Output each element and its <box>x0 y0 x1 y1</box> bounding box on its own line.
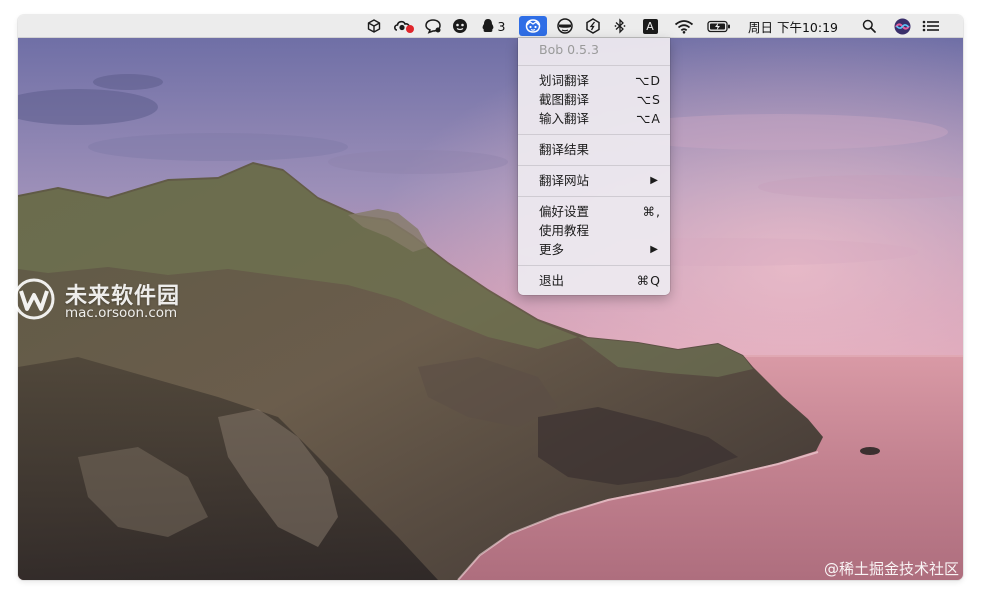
mask-face-icon[interactable] <box>554 15 576 37</box>
input-source-icon[interactable]: A <box>640 15 660 37</box>
watermark-subtitle: mac.orsoon.com <box>65 305 178 321</box>
bob-dropdown-menu: Bob 0.5.3 划词翻译 ⌥D 截图翻译 ⌥S 输入翻译 ⌥A 翻译结果 翻… <box>518 38 670 295</box>
qq-penguin-icon[interactable]: 3 <box>477 15 509 37</box>
menu-item-label: Bob 0.5.3 <box>539 42 599 57</box>
watermark-logo <box>13 278 55 320</box>
menu-item-label: 偏好设置 <box>539 204 590 219</box>
menu-item-shortcut: ⌥S <box>636 92 661 107</box>
menu-item-shortcut: ⌘Q <box>636 273 661 288</box>
source-credit: @稀土掘金技术社区 <box>823 560 959 578</box>
menu-item-translate-result[interactable]: 翻译结果 <box>518 140 670 159</box>
menu-item-label: 翻译结果 <box>539 142 590 157</box>
hexagon-icon[interactable] <box>583 15 603 37</box>
menu-item-version: Bob 0.5.3 <box>518 40 670 59</box>
menu-item-preferences[interactable]: 偏好设置 ⌘, <box>518 202 670 221</box>
clock-text: 周日 下午10:19 <box>748 19 838 35</box>
menu-item-select-translate[interactable]: 划词翻译 ⌥D <box>518 71 670 90</box>
submenu-arrow-icon: ▶ <box>650 175 658 186</box>
menu-item-quit[interactable]: 退出 ⌘Q <box>518 271 670 290</box>
input-source-label: A <box>642 18 658 34</box>
menu-item-label: 划词翻译 <box>539 73 590 88</box>
menu-item-shortcut: ⌥D <box>634 73 661 88</box>
menu-item-shortcut: ⌥A <box>636 111 661 126</box>
menu-item-shortcut: ⌘, <box>642 204 661 219</box>
submenu-arrow-icon: ▶ <box>650 244 658 255</box>
menu-separator <box>518 165 670 166</box>
control-center-icon[interactable] <box>920 15 942 37</box>
menu-item-more[interactable]: 更多 ▶ <box>518 240 670 259</box>
menu-bar: 3 A 周日 下午10:19 <box>18 15 963 38</box>
menu-separator <box>518 65 670 66</box>
bob-app-icon[interactable] <box>519 16 547 36</box>
spotlight-search-icon[interactable] <box>859 15 879 37</box>
menu-item-label: 使用教程 <box>539 223 590 238</box>
battery-charging-icon[interactable] <box>706 15 732 37</box>
menubar-clock[interactable]: 周日 下午10:19 <box>742 15 844 37</box>
menu-item-label: 截图翻译 <box>539 92 590 107</box>
menu-item-label: 翻译网站 <box>539 173 590 188</box>
siri-icon[interactable] <box>892 15 912 37</box>
cloud-sync-badge-icon[interactable] <box>392 15 418 37</box>
menu-item-tutorial[interactable]: 使用教程 <box>518 221 670 240</box>
menu-separator <box>518 134 670 135</box>
menu-separator <box>518 196 670 197</box>
face-icon[interactable] <box>450 15 470 37</box>
wifi-icon[interactable] <box>672 15 696 37</box>
menu-item-screenshot-translate[interactable]: 截图翻译 ⌥S <box>518 90 670 109</box>
menu-item-label: 更多 <box>539 242 565 257</box>
menu-item-translate-website[interactable]: 翻译网站 ▶ <box>518 171 670 190</box>
menu-separator <box>518 265 670 266</box>
chat-bubble-icon[interactable] <box>423 15 443 37</box>
menu-item-label: 退出 <box>539 273 565 288</box>
menu-item-input-translate[interactable]: 输入翻译 ⌥A <box>518 109 670 128</box>
menu-item-label: 输入翻译 <box>539 111 590 126</box>
qq-badge-count: 3 <box>497 18 506 34</box>
cube-icon[interactable] <box>364 15 384 37</box>
bluetooth-icon[interactable] <box>611 15 629 37</box>
